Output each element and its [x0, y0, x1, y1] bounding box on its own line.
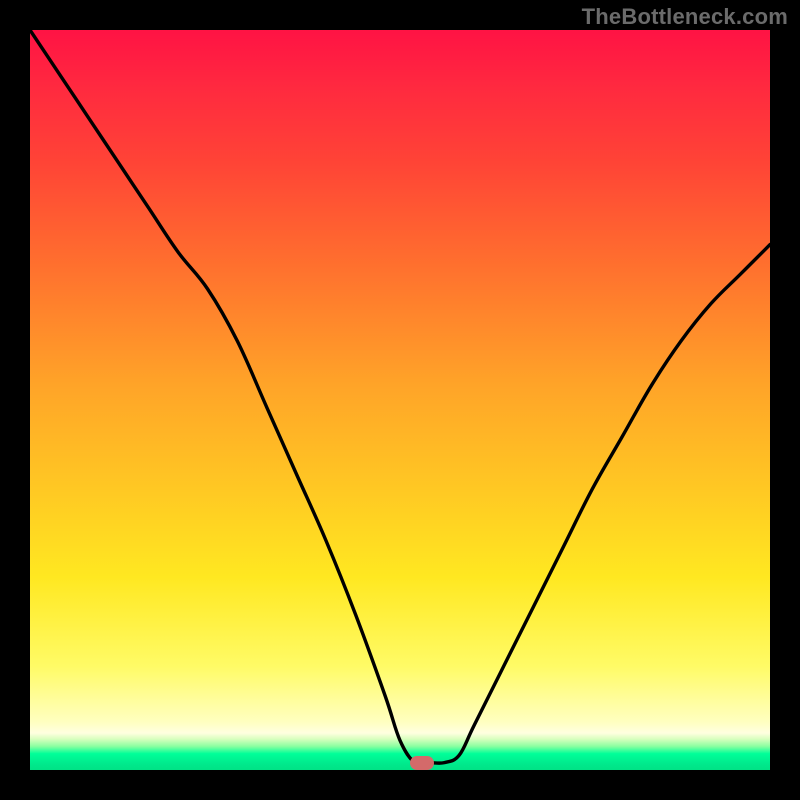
watermark-text: TheBottleneck.com [582, 4, 788, 30]
bottleneck-curve [30, 30, 770, 764]
optimum-marker [410, 756, 434, 770]
bottleneck-curve-svg [30, 30, 770, 770]
plot-area [30, 30, 770, 770]
chart-frame: TheBottleneck.com [0, 0, 800, 800]
